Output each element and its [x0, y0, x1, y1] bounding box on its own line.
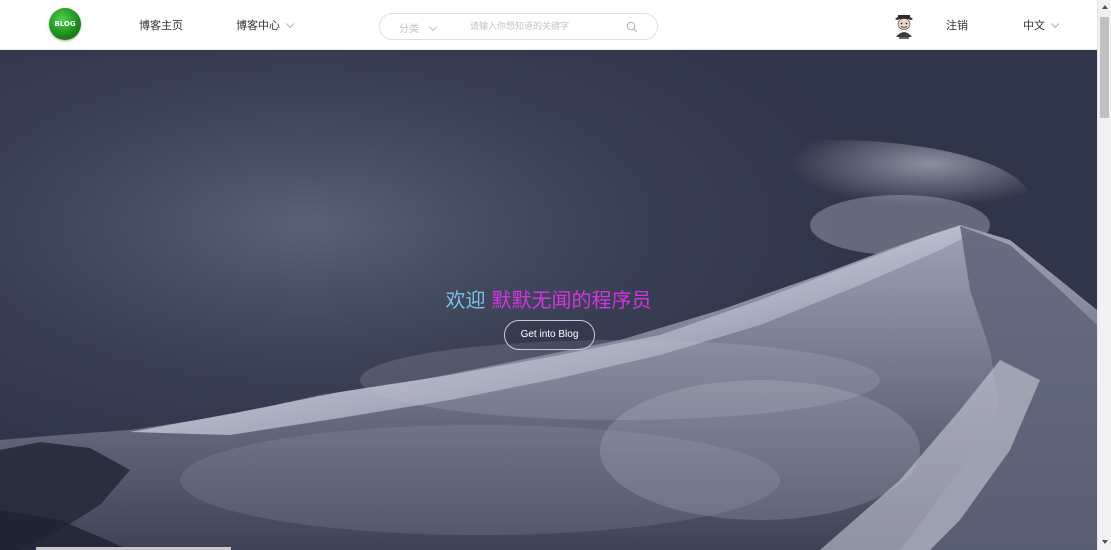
- get-into-blog-button[interactable]: Get into Blog: [504, 320, 595, 350]
- search-category-label: 分类: [399, 24, 419, 35]
- search-bar: 分类: [379, 13, 658, 40]
- search-icon[interactable]: [626, 21, 638, 33]
- vertical-scrollbar[interactable]: [1097, 0, 1111, 550]
- scroll-up-icon[interactable]: [1102, 5, 1108, 9]
- welcome-heading: 欢迎 默默无闻的程序员: [0, 284, 1097, 313]
- welcome-username: 默默无闻的程序员: [491, 288, 652, 312]
- nav-blog-center-label: 博客中心: [236, 19, 280, 32]
- scrollbar-thumb[interactable]: [1100, 17, 1109, 118]
- nav-blog-center-dropdown[interactable]: 博客中心: [236, 17, 295, 33]
- welcome-prefix: 欢迎: [445, 288, 486, 312]
- scroll-down-icon[interactable]: [1102, 540, 1108, 544]
- search-input[interactable]: [468, 18, 618, 36]
- logout-button[interactable]: 注销: [946, 17, 968, 33]
- top-navbar: BLOG 博客主页 博客中心 分类 请输入你想知道的关键字 注销 中文: [0, 0, 1097, 50]
- language-dropdown[interactable]: 中文: [1023, 17, 1060, 33]
- chevron-down-icon: [1050, 19, 1060, 29]
- chevron-down-icon: [428, 22, 438, 32]
- nav-blog-home-label: 博客主页: [139, 19, 183, 32]
- search-category-select[interactable]: 分类: [399, 20, 438, 35]
- logo-text: BLOG: [54, 20, 76, 28]
- user-avatar-icon[interactable]: [890, 10, 918, 40]
- hero-banner: 欢迎 默默无闻的程序员 Get into Blog: [0, 50, 1097, 550]
- chevron-down-icon: [285, 19, 295, 29]
- logout-label: 注销: [946, 19, 968, 32]
- language-label: 中文: [1023, 19, 1045, 32]
- nav-blog-home[interactable]: 博客主页: [139, 17, 183, 33]
- blog-logo-icon[interactable]: BLOG: [49, 8, 81, 40]
- page: BLOG 博客主页 博客中心 分类 请输入你想知道的关键字 注销 中文 欢迎 默…: [0, 0, 1111, 550]
